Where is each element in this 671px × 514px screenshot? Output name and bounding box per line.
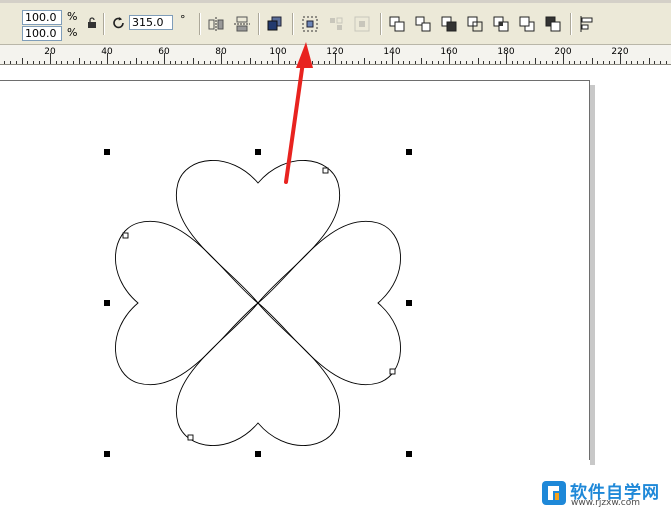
selection-handles[interactable] [104, 149, 412, 457]
handle-middle-right [406, 300, 412, 306]
handle-bottom-left [104, 451, 110, 457]
clover-leaf [257, 220, 401, 386]
watermark-url: www.rjzxw.com [571, 498, 640, 508]
watermark: 软件自学网 www.rjzxw.com [540, 477, 670, 511]
handle-bottom-right [406, 451, 412, 457]
clover-leaf [175, 302, 341, 446]
watermark-logo-icon [542, 481, 566, 505]
clover-leaf [115, 220, 259, 386]
node-marker [122, 232, 129, 239]
handle-middle-left [104, 300, 110, 306]
center-marker [253, 298, 263, 308]
handle-top-right [406, 149, 412, 155]
artwork-layer [104, 42, 412, 457]
clover-leaf [175, 160, 341, 304]
node-marker [322, 167, 329, 174]
handle-top-left [104, 149, 110, 155]
node-marker [187, 434, 194, 441]
node-marker [389, 368, 396, 375]
handle-top-center [255, 149, 261, 155]
handle-bottom-center [255, 451, 261, 457]
